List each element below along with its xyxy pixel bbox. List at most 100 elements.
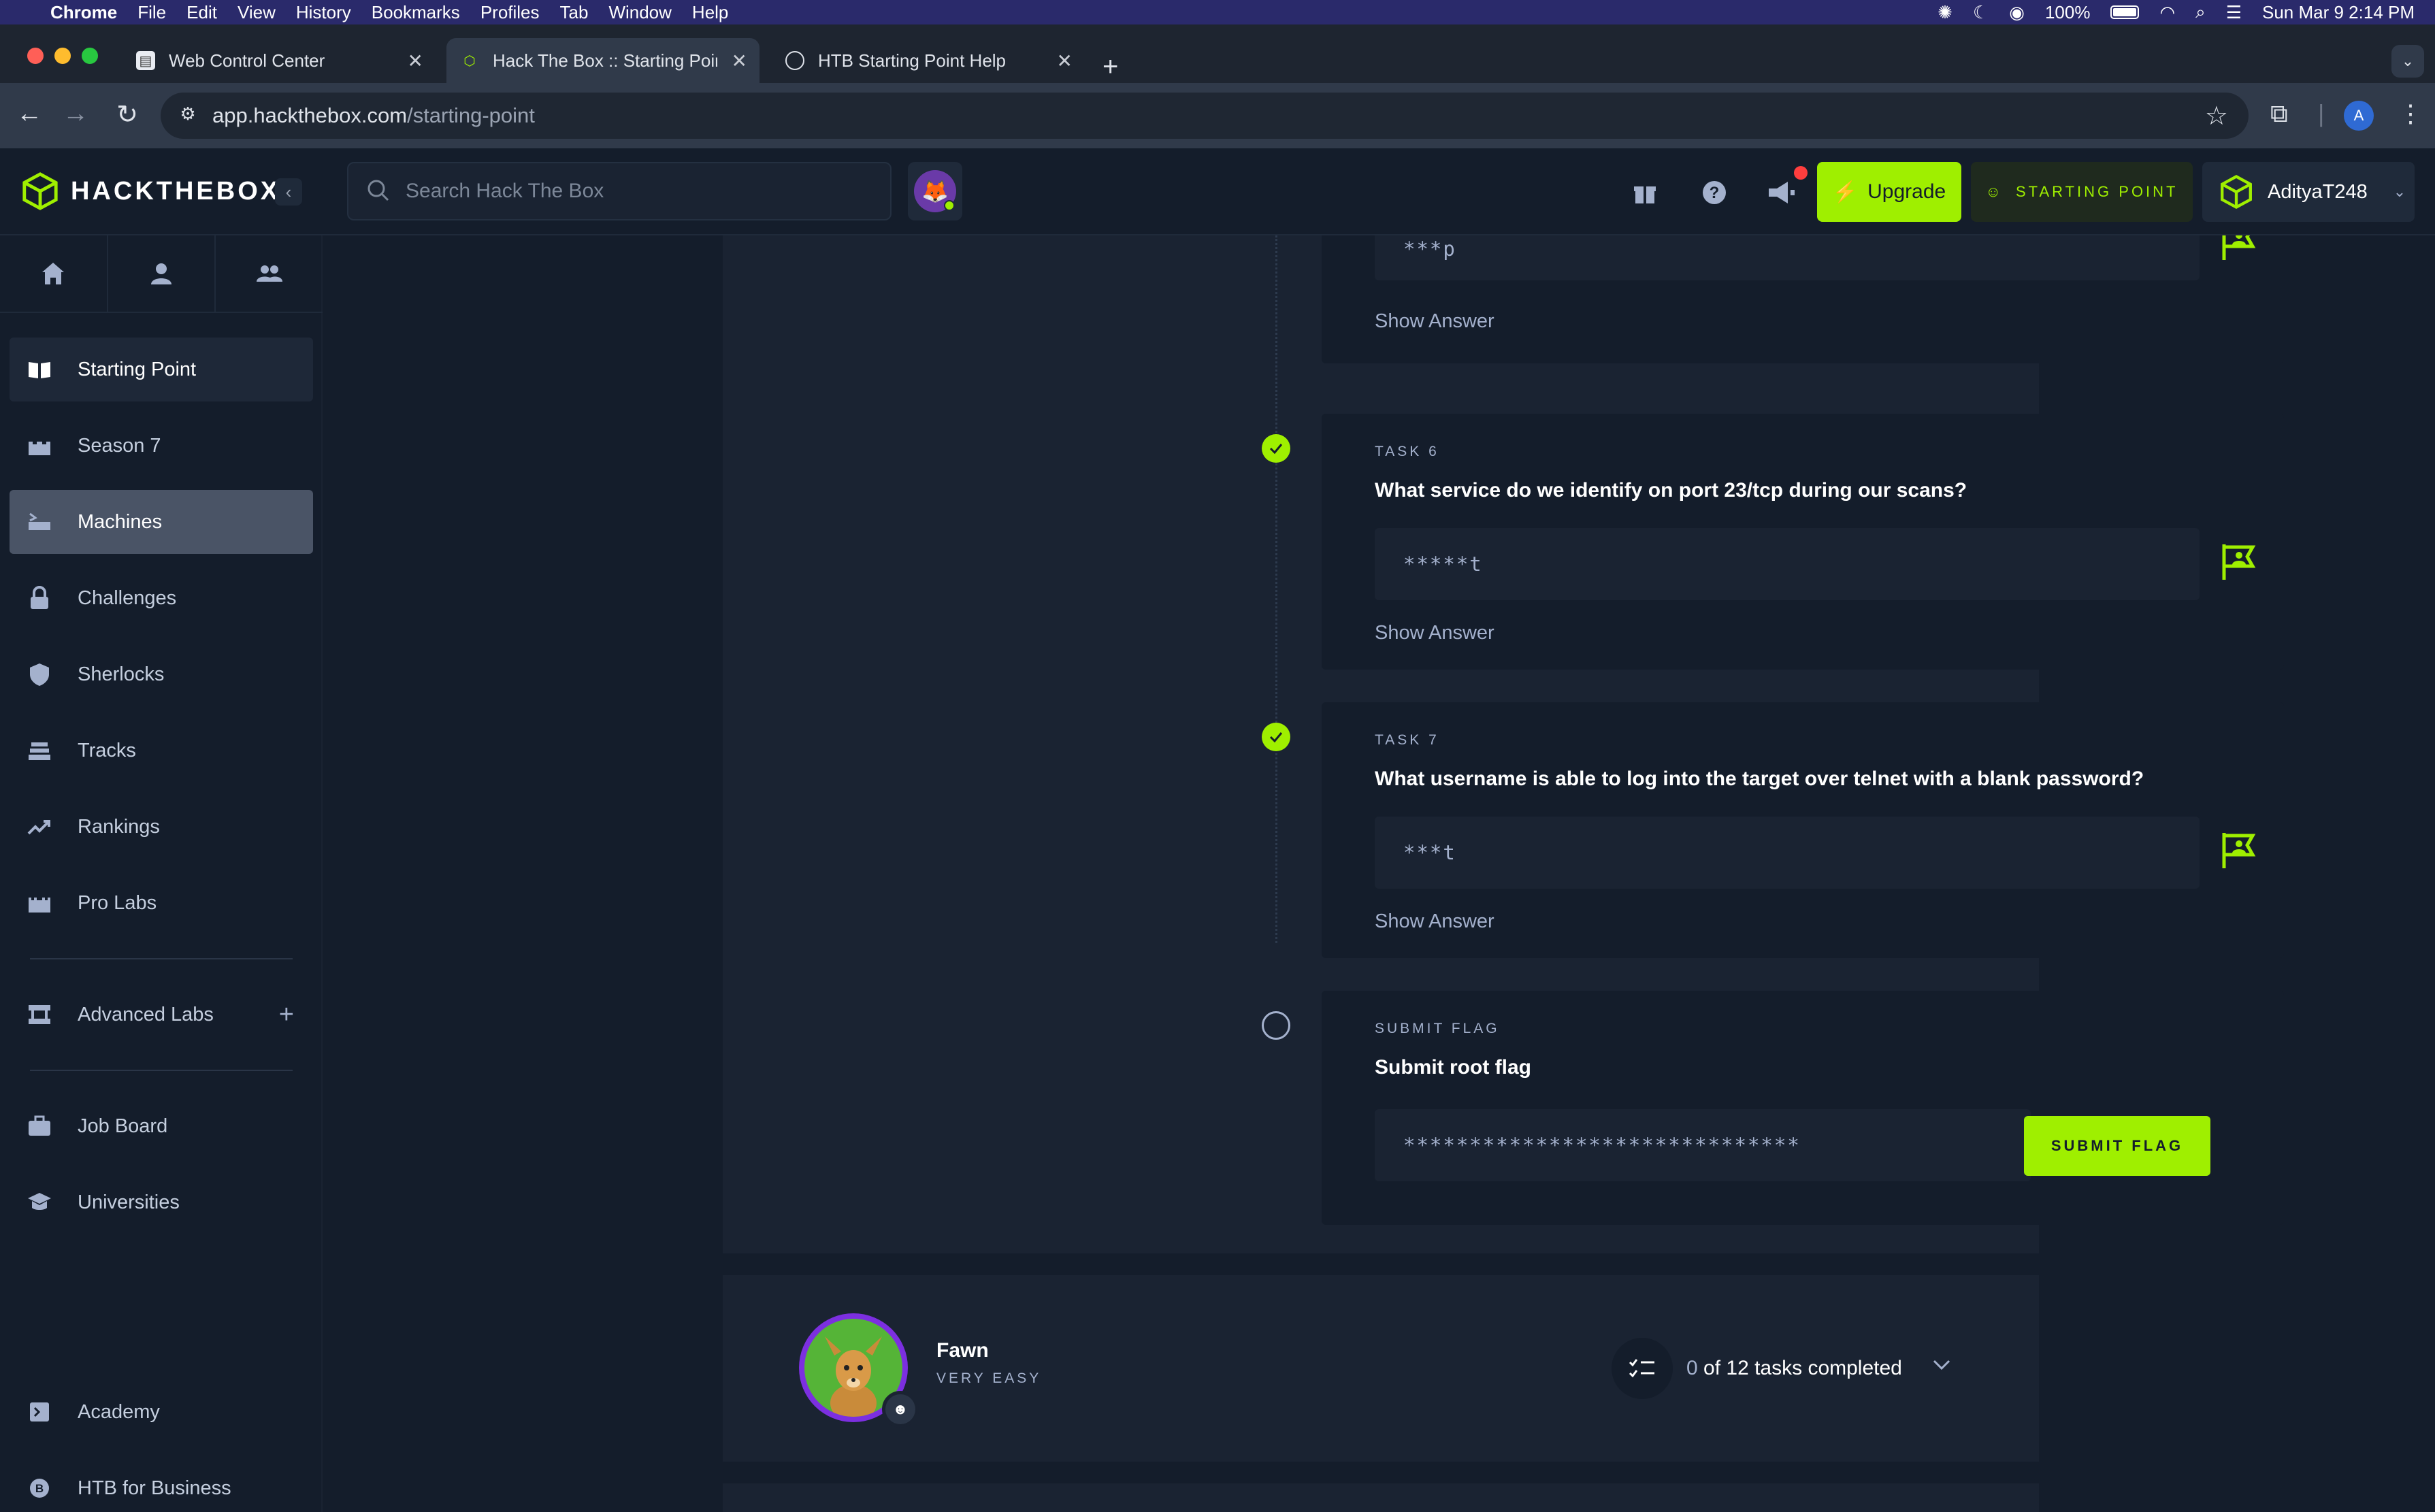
menu-window[interactable]: Window: [608, 2, 671, 23]
sidebar-item-starting-point[interactable]: Starting Point: [10, 338, 313, 401]
close-tab-icon[interactable]: ✕: [1057, 50, 1073, 72]
lock-icon: [26, 585, 53, 612]
sidebar-item-label: HTB for Business: [78, 1477, 231, 1499]
menu-history[interactable]: History: [296, 2, 351, 23]
spotlight-search-icon[interactable]: ⌕: [2195, 1, 2206, 23]
submit-flag-button[interactable]: SUBMIT FLAG: [2024, 1116, 2210, 1176]
search-placeholder: Search Hack The Box: [406, 180, 604, 202]
checklist-icon: [1612, 1338, 1673, 1399]
sidebar-item-season-7[interactable]: Season 7: [10, 414, 313, 478]
upgrade-button[interactable]: ⚡ Upgrade: [1817, 162, 1961, 222]
menu-edit[interactable]: Edit: [186, 2, 217, 23]
sidebar-item-label: Tracks: [78, 739, 136, 761]
sidebar-item-academy[interactable]: Academy: [10, 1380, 313, 1444]
tab-search-chevron-icon[interactable]: ⌄: [2391, 45, 2424, 78]
expand-chevron-down-icon[interactable]: [1931, 1354, 1952, 1377]
sidebar-item-universities[interactable]: Universities: [10, 1170, 313, 1234]
home-tab[interactable]: [0, 235, 108, 312]
flag-user-icon[interactable]: [2219, 542, 2259, 582]
close-tab-icon[interactable]: ✕: [732, 50, 747, 72]
forward-icon[interactable]: →: [59, 99, 93, 129]
tab-title: Web Control Center: [169, 50, 325, 71]
close-tab-icon[interactable]: ✕: [408, 50, 423, 72]
help-icon[interactable]: ?: [1697, 176, 1731, 210]
new-tab-icon[interactable]: +: [1102, 52, 1118, 82]
briefcase-icon: [26, 1113, 53, 1140]
profile-tab[interactable]: [108, 235, 216, 312]
moon-icon[interactable]: ☾: [1973, 2, 1989, 23]
menu-profiles[interactable]: Profiles: [480, 2, 540, 23]
flag-user-icon[interactable]: [2219, 235, 2259, 263]
user-menu-button[interactable]: AdityaT248 ⌄: [2202, 162, 2415, 222]
menu-file[interactable]: File: [137, 2, 166, 23]
chrome-profile-avatar[interactable]: A: [2344, 101, 2374, 131]
sidebar-item-challenges[interactable]: Challenges: [10, 566, 313, 630]
sidebar-item-advanced-labs[interactable]: Advanced Labs +: [10, 983, 313, 1047]
reload-icon[interactable]: ↻: [110, 99, 144, 130]
task-pending-circle-icon: [1262, 1011, 1290, 1040]
flag-user-icon[interactable]: [2219, 830, 2259, 871]
close-window-button[interactable]: [27, 48, 44, 64]
answer-input[interactable]: ***p: [1375, 235, 2200, 280]
sidebar-item-label: Machines: [78, 510, 163, 533]
htb-logo[interactable]: HACKTHEBOX: [20, 171, 280, 211]
search-input[interactable]: Search Hack The Box: [347, 162, 892, 220]
announcements-megaphone-icon[interactable]: [1764, 176, 1798, 210]
sidebar-item-rankings[interactable]: Rankings: [10, 795, 313, 859]
url-path: /starting-point: [407, 103, 535, 127]
answer-input[interactable]: *****t: [1375, 528, 2200, 600]
lightning-icon: ⚡: [1832, 180, 1859, 203]
openai-icon[interactable]: ✺: [1938, 2, 1952, 23]
control-center-icon[interactable]: ☰: [2226, 2, 2242, 23]
menu-app-name[interactable]: Chrome: [50, 2, 117, 23]
expand-plus-icon[interactable]: +: [279, 1000, 294, 1030]
svg-text:?: ?: [1710, 184, 1720, 202]
tasks-progress-text: of 12 tasks completed: [1703, 1357, 1902, 1379]
machine-card-fawn[interactable]: ☻ Fawn VERY EASY 0 of 12 tasks completed: [723, 1275, 2039, 1462]
gift-icon[interactable]: [1628, 176, 1662, 210]
collapse-sidebar-button[interactable]: ‹: [275, 178, 302, 206]
penguin-icon: ☻: [885, 1394, 915, 1424]
tab-web-control-center[interactable]: ▤ Web Control Center ✕: [122, 38, 436, 83]
htb-header: HACKTHEBOX ‹ Search Hack The Box 🦊 ? ⚡ U…: [0, 148, 2435, 235]
tab-hack-the-box[interactable]: ⬡ Hack The Box :: Starting Point ✕: [446, 38, 759, 83]
wifi-icon[interactable]: ◠: [2159, 2, 2175, 23]
chrome-menu-icon[interactable]: ⋮: [2398, 99, 2423, 128]
menu-bookmarks[interactable]: Bookmarks: [372, 2, 460, 23]
back-icon[interactable]: ←: [12, 99, 46, 129]
menu-help[interactable]: Help: [692, 2, 728, 23]
menu-view[interactable]: View: [238, 2, 276, 23]
user-avatar-button[interactable]: 🦊: [908, 162, 962, 220]
sidebar-item-job-board[interactable]: Job Board: [10, 1094, 313, 1158]
extensions-puzzle-icon[interactable]: ⧉: [2270, 99, 2288, 129]
team-tab[interactable]: [216, 235, 323, 312]
menubar-datetime[interactable]: Sun Mar 9 2:14 PM: [2262, 2, 2415, 23]
tab-htb-help[interactable]: HTB Starting Point Help ✕: [772, 38, 1085, 83]
user-circle-icon[interactable]: ◉: [2009, 2, 2025, 23]
site-info-icon[interactable]: ⚙: [176, 103, 200, 128]
menu-tab[interactable]: Tab: [560, 2, 589, 23]
sidebar-item-label: Challenges: [78, 587, 177, 609]
sidebar-item-label: Pro Labs: [78, 891, 157, 914]
show-answer-link[interactable]: Show Answer: [1375, 310, 1494, 333]
zoom-window-button[interactable]: [82, 48, 98, 64]
sidebar-item-sherlocks[interactable]: Sherlocks: [10, 642, 313, 706]
sidebar-item-htb-for-business[interactable]: B HTB for Business: [10, 1456, 313, 1512]
show-answer-link[interactable]: Show Answer: [1375, 910, 1494, 933]
next-machine-card[interactable]: [723, 1483, 2039, 1512]
sidebar-item-machines[interactable]: Machines: [10, 490, 313, 554]
bookmark-star-icon[interactable]: ☆: [2205, 101, 2228, 131]
window-controls: [27, 48, 98, 64]
minimize-window-button[interactable]: [54, 48, 71, 64]
task-label: TASK 6: [1375, 444, 1439, 459]
starting-point-button[interactable]: ☺ STARTING POINT: [1971, 162, 2193, 222]
sidebar: Starting Point Season 7 Machines Challen…: [0, 235, 323, 1512]
answer-input[interactable]: ***t: [1375, 817, 2200, 889]
sidebar-item-tracks[interactable]: Tracks: [10, 719, 313, 783]
sidebar-item-pro-labs[interactable]: Pro Labs: [10, 871, 313, 935]
tab-title: HTB Starting Point Help: [818, 50, 1007, 71]
root-flag-input[interactable]: ******************************: [1375, 1109, 2031, 1181]
battery-icon[interactable]: [2110, 5, 2140, 19]
show-answer-link[interactable]: Show Answer: [1375, 622, 1494, 644]
address-bar[interactable]: ⚙ app.hackthebox.com/starting-point ☆: [161, 93, 2249, 139]
